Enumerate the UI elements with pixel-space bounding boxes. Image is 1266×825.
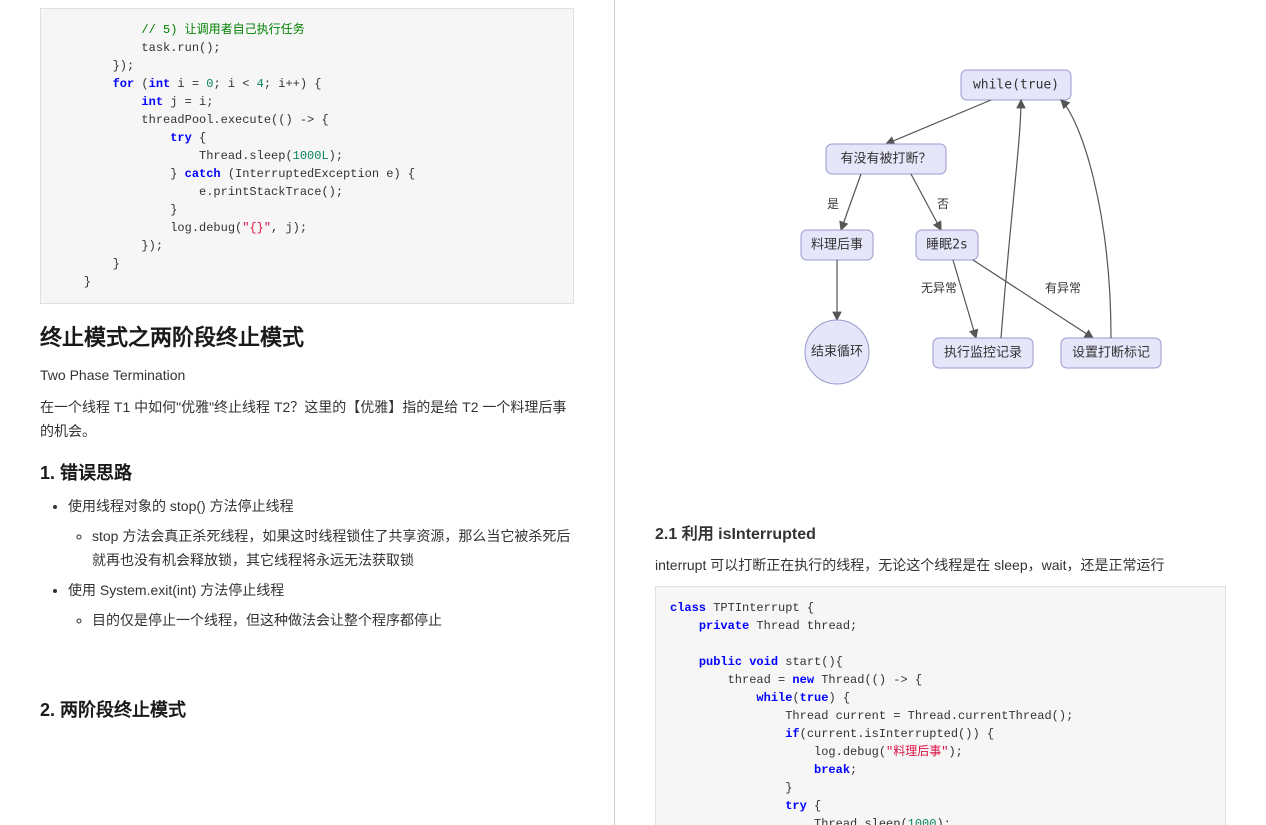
heading-21-isinterrupted: 2.1 利用 isInterrupted: [655, 520, 1226, 544]
node-while: while(true): [972, 78, 1058, 93]
heading-wrong-approach: 1. 错误思路: [40, 459, 574, 485]
node-end: 结束循环: [810, 345, 862, 360]
list-item: 使用线程对象的 stop() 方法停止线程 stop 方法会真正杀死线程，如果这…: [68, 495, 574, 572]
text-tpt: Two Phase Termination: [40, 364, 574, 388]
edge-noexc: 无异常: [920, 281, 956, 295]
list-item: 目的仅是停止一个线程，但这种做法会让整个程序都停止: [92, 609, 574, 633]
code-line: // 5) 让调用者自己执行任务 task.run(); }); for (in…: [55, 23, 415, 289]
heading-two-phase: 2. 两阶段终止模式: [40, 696, 574, 722]
text-desc: 在一个线程 T1 中如何"优雅"终止线程 T2？这里的【优雅】指的是给 T2 一…: [40, 396, 574, 444]
edge-yes: 是: [826, 197, 838, 211]
node-setflag: 设置打断标记: [1071, 346, 1149, 361]
flowchart-diagram: while(true) 有没有被打断？ 是 否 料理后事 睡眠2s: [655, 60, 1226, 490]
list-wrong: 使用线程对象的 stop() 方法停止线程 stop 方法会真正杀死线程，如果这…: [40, 495, 574, 632]
text-interrupt-desc: interrupt 可以打断正在执行的线程，无论这个线程是在 sleep，wai…: [655, 554, 1226, 578]
node-interrupted: 有没有被打断？: [840, 152, 931, 167]
edge-exc: 有异常: [1044, 281, 1080, 295]
node-sleep: 睡眠2s: [926, 238, 968, 253]
node-exec: 执行监控记录: [943, 346, 1021, 361]
heading-termination-pattern: 终止模式之两阶段终止模式: [40, 320, 574, 352]
list-item: stop 方法会真正杀死线程，如果这时线程锁住了共享资源，那么当它被杀死后就再也…: [92, 525, 574, 573]
code-block-2: class TPTInterrupt { private Thread thre…: [655, 586, 1226, 825]
list-item: 使用 System.exit(int) 方法停止线程 目的仅是停止一个线程，但这…: [68, 579, 574, 633]
edge-no: 否: [936, 197, 948, 211]
node-postwork: 料理后事: [810, 238, 862, 253]
code-block-1: // 5) 让调用者自己执行任务 task.run(); }); for (in…: [40, 8, 574, 304]
